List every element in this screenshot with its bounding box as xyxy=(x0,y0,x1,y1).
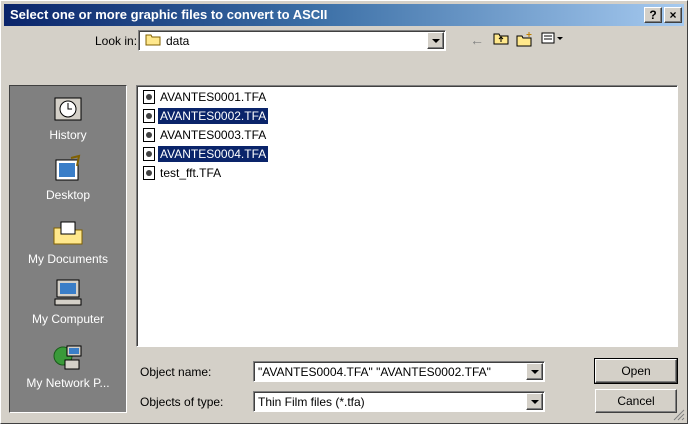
folder-icon xyxy=(145,33,161,46)
places-my-computer[interactable]: My Computer xyxy=(10,278,126,326)
network-places-icon xyxy=(51,342,85,372)
places-history-label: History xyxy=(49,128,87,142)
my-computer-icon xyxy=(51,278,85,308)
object-name-dropdown-button[interactable] xyxy=(526,363,543,380)
new-folder-icon[interactable] xyxy=(515,31,535,49)
object-type-dropdown-button[interactable] xyxy=(526,393,543,410)
list-item[interactable]: AVANTES0004.TFA xyxy=(143,145,270,165)
places-bar: History Desktop My Documents My Computer… xyxy=(9,85,127,413)
cancel-button[interactable]: Cancel xyxy=(595,389,677,413)
tfa-file-icon xyxy=(143,147,155,161)
tfa-file-icon xyxy=(143,166,155,180)
back-icon[interactable]: ← xyxy=(467,31,487,49)
lookin-label: Look in: xyxy=(95,34,138,48)
history-icon xyxy=(51,94,85,124)
lookin-combo[interactable]: data xyxy=(138,30,446,51)
places-network[interactable]: My Network P... xyxy=(10,342,126,390)
list-item[interactable]: AVANTES0001.TFA xyxy=(143,90,268,108)
file-name: AVANTES0002.TFA xyxy=(156,107,270,125)
places-network-label: My Network P... xyxy=(26,376,110,390)
cancel-button-label: Cancel xyxy=(617,394,655,408)
places-my-documents[interactable]: My Documents xyxy=(10,218,126,266)
my-documents-icon xyxy=(51,218,85,248)
places-my-documents-label: My Documents xyxy=(27,252,109,266)
file-list[interactable]: AVANTES0001.TFA AVANTES0002.TFA AVANTES0… xyxy=(136,85,678,347)
file-name: AVANTES0003.TFA xyxy=(160,128,267,142)
window-title: Select one or more graphic files to conv… xyxy=(10,7,328,22)
tfa-file-icon xyxy=(143,90,155,104)
places-history[interactable]: History xyxy=(10,94,126,142)
file-name: test_fft.TFA xyxy=(160,166,222,180)
help-button[interactable]: ? xyxy=(644,7,662,23)
list-item[interactable]: AVANTES0003.TFA xyxy=(143,128,268,146)
object-type-label: Objects of type: xyxy=(140,395,224,409)
open-button[interactable]: Open xyxy=(594,358,678,384)
places-desktop-label: Desktop xyxy=(45,188,91,202)
lookin-dropdown-button[interactable] xyxy=(427,32,444,49)
file-name: AVANTES0004.TFA xyxy=(156,145,270,163)
file-name: AVANTES0001.TFA xyxy=(160,90,267,104)
resize-grip-icon[interactable] xyxy=(673,409,685,421)
file-open-dialog: Select one or more graphic files to conv… xyxy=(0,0,688,424)
tfa-file-icon xyxy=(143,109,155,123)
title-bar[interactable]: Select one or more graphic files to conv… xyxy=(4,4,684,26)
lookin-value: data xyxy=(166,34,190,48)
object-name-label: Object name: xyxy=(140,365,212,379)
list-item[interactable]: AVANTES0002.TFA xyxy=(143,107,270,127)
object-type-combo[interactable]: Thin Film files (*.tfa) xyxy=(253,391,545,412)
up-folder-icon[interactable] xyxy=(491,31,511,49)
open-button-label: Open xyxy=(621,364,651,378)
list-item[interactable]: test_fft.TFA xyxy=(143,166,223,184)
object-type-value: Thin Film files (*.tfa) xyxy=(258,395,365,409)
object-name-field[interactable]: "AVANTES0004.TFA" "AVANTES0002.TFA" xyxy=(258,365,520,379)
places-desktop[interactable]: Desktop xyxy=(10,154,126,202)
object-name-combo[interactable]: "AVANTES0004.TFA" "AVANTES0002.TFA" xyxy=(253,361,545,382)
places-my-computer-label: My Computer xyxy=(31,312,105,326)
tfa-file-icon xyxy=(143,128,155,142)
view-menu-icon[interactable] xyxy=(539,31,567,49)
close-button[interactable]: × xyxy=(664,7,682,23)
desktop-icon xyxy=(51,154,85,184)
